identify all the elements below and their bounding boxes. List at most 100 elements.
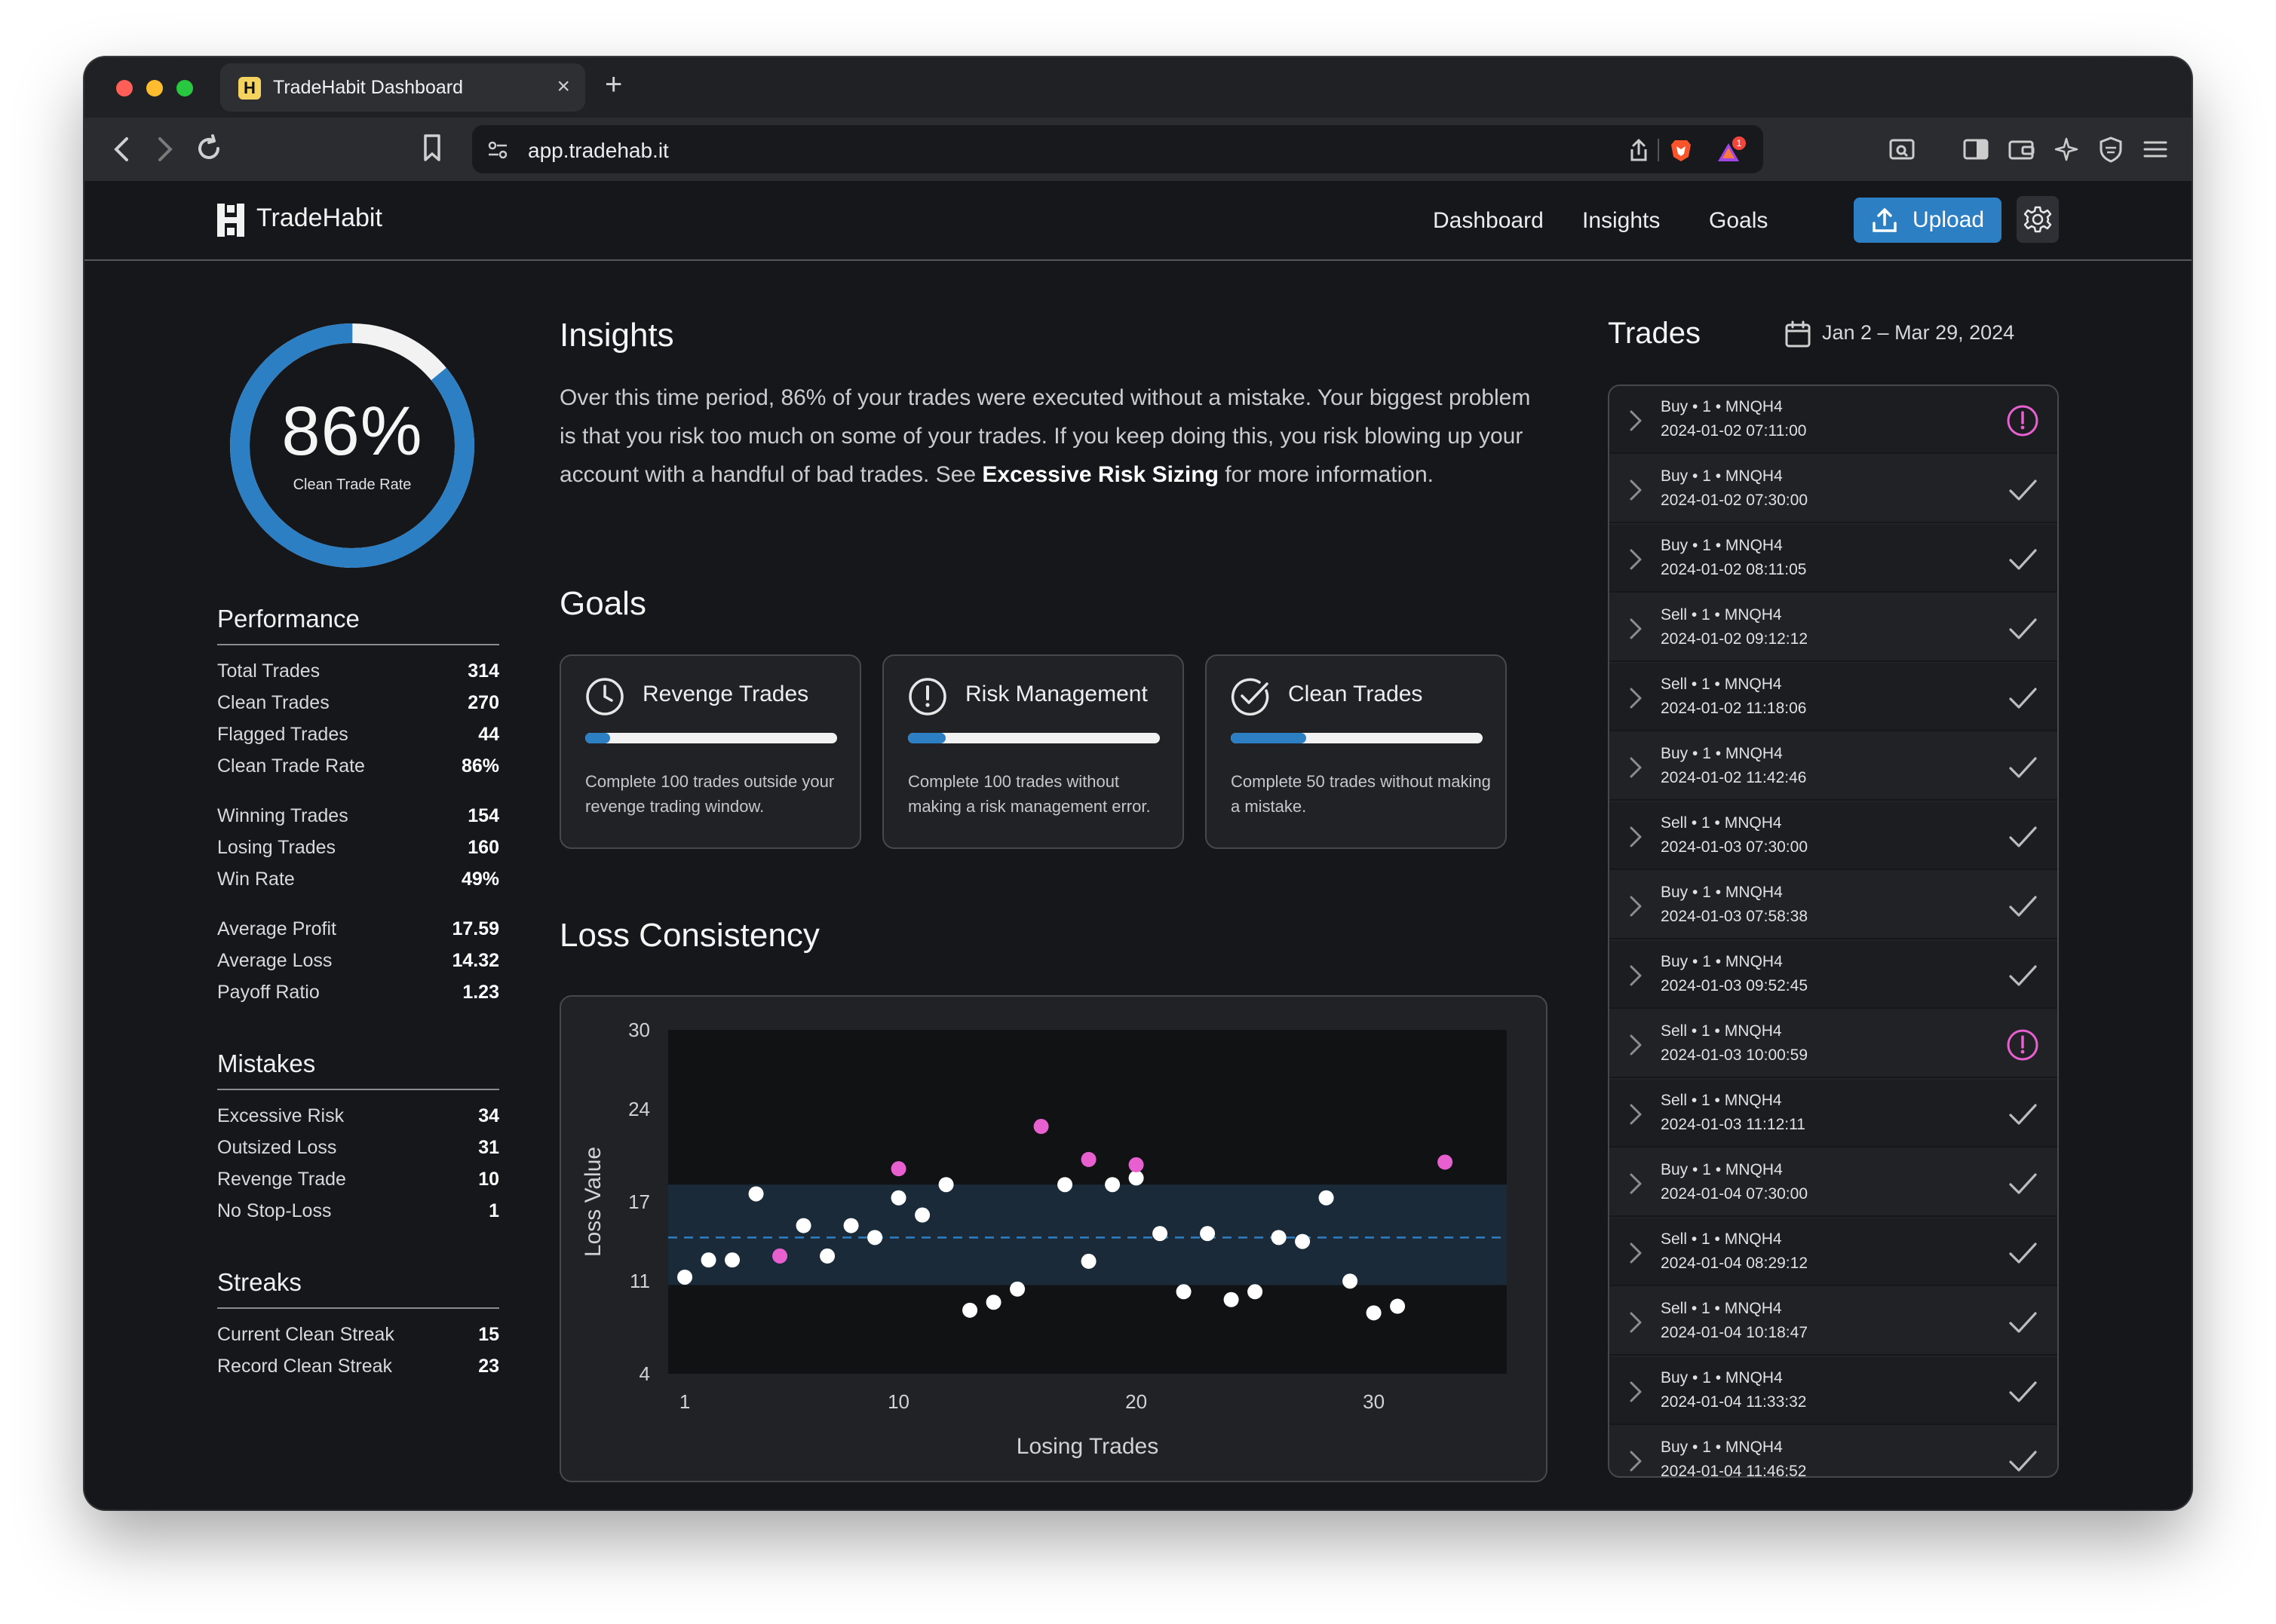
trade-time: 2024-01-02 11:42:46 [1661,769,1807,786]
loss-point [915,1207,931,1223]
trade-summary: Sell • 1 • MNQH4 [1661,1230,1782,1248]
nav-insights[interactable]: Insights [1582,208,1660,234]
stat-value: 10 [478,1169,499,1190]
reader-mode-icon[interactable] [1888,136,1916,163]
mistake-no-stop-loss[interactable]: No Stop-Loss 1 [217,1200,499,1226]
loss-point [1247,1284,1263,1300]
trade-row[interactable]: Sell • 1 • MNQH4 2024-01-03 11:12:11 [1609,1080,2057,1148]
mistake-revenge-trade[interactable]: Revenge Trade 10 [217,1169,499,1194]
loss-point [677,1269,693,1285]
back-icon[interactable] [109,134,136,164]
trade-row[interactable]: Buy • 1 • MNQH4 2024-01-02 11:42:46 [1609,733,2057,801]
trade-row[interactable]: Buy • 1 • MNQH4 2024-01-03 09:52:45 [1609,941,2057,1009]
trade-row[interactable]: Buy • 1 • MNQH4 2024-01-04 11:33:32 [1609,1357,2057,1425]
trade-row[interactable]: Sell • 1 • MNQH4 2024-01-03 10:00:59 [1609,1010,2057,1078]
trade-row[interactable]: Sell • 1 • MNQH4 2024-01-02 11:18:06 [1609,663,2057,731]
excessive-risk-sizing-link[interactable]: Excessive Risk Sizing [982,462,1219,487]
trade-row[interactable]: Sell • 1 • MNQH4 2024-01-03 07:30:00 [1609,802,2057,870]
nav-dashboard[interactable]: Dashboard [1433,208,1544,234]
mistake-excessive-risk[interactable]: Excessive Risk 34 [217,1105,499,1131]
loss-point [938,1177,954,1193]
stat-value: 14.32 [452,950,499,971]
loss-point [1081,1253,1097,1269]
browser-tab[interactable]: H TradeHabit Dashboard × [220,63,585,112]
brave-shields-icon[interactable] [1668,137,1694,163]
tab-bar: H TradeHabit Dashboard × + [84,57,2192,118]
tradehabit-logo-icon[interactable] [216,202,246,238]
vpn-shield-icon[interactable] [2098,136,2124,163]
menu-icon[interactable] [2142,136,2169,163]
stat-value: 270 [468,692,499,713]
insights-title: Insights [560,317,674,354]
reload-icon[interactable] [193,133,225,164]
chevron-right-icon [1630,1243,1642,1264]
goal-title: Revenge Trades [643,682,809,706]
stat-label: Total Trades [217,660,321,682]
x-tick-label: 10 [888,1390,909,1413]
trade-row[interactable]: Buy • 1 • MNQH4 2024-01-02 08:11:05 [1609,525,2057,593]
loss-point [1366,1305,1382,1321]
check-icon [2009,1173,2037,1194]
mistake-outsized-loss[interactable]: Outsized Loss 31 [217,1137,499,1163]
chevron-right-icon [1630,757,1642,778]
check-icon [2009,1104,2037,1125]
close-tab-icon[interactable]: × [557,74,570,100]
check-icon [2009,1381,2037,1402]
stat-flagged-trades: Flagged Trades 44 [217,724,499,749]
minimize-window-button[interactable] [146,80,163,97]
stat-total-trades: Total Trades 314 [217,660,499,686]
bookmark-icon[interactable] [421,133,443,163]
loss-point [962,1302,978,1318]
wallet-icon[interactable] [2008,136,2036,163]
settings-button[interactable] [2017,196,2059,243]
stat-label: Losing Trades [217,837,336,858]
trade-time: 2024-01-03 10:00:59 [1661,1046,1808,1064]
trade-row[interactable]: Sell • 1 • MNQH4 2024-01-04 08:29:12 [1609,1218,2057,1286]
trade-time: 2024-01-03 07:58:38 [1661,908,1808,925]
nav-goals[interactable]: Goals [1709,208,1768,234]
upload-button[interactable]: Upload [1854,198,2001,243]
forward-icon[interactable] [151,134,178,164]
trade-time: 2024-01-02 09:12:12 [1661,630,1808,648]
brave-rewards-icon[interactable]: 1 [1718,136,1748,166]
chevron-right-icon [1630,410,1642,431]
stat-value: 154 [468,805,499,826]
check-icon [2009,896,2037,917]
streaks-divider [217,1307,499,1309]
trade-row[interactable]: Buy • 1 • MNQH4 2024-01-02 07:11:00 [1609,386,2057,454]
trade-row[interactable]: Buy • 1 • MNQH4 2024-01-04 07:30:00 [1609,1149,2057,1217]
trade-row[interactable]: Buy • 1 • MNQH4 2024-01-04 11:46:52 [1609,1426,2057,1476]
loss-point [1318,1190,1334,1206]
trade-summary: Buy • 1 • MNQH4 [1661,745,1783,762]
sidebar-icon[interactable] [1962,136,1989,163]
new-tab-icon[interactable]: + [605,68,622,102]
loss-point [725,1252,741,1268]
close-window-button[interactable] [116,80,133,97]
x-tick-label: 20 [1125,1390,1147,1413]
leo-ai-icon[interactable] [2053,136,2080,163]
check-icon [2009,1243,2037,1264]
address-bar[interactable]: app.tradehab.it 1 [472,125,1763,173]
loss-point [796,1218,811,1233]
goal-card-risk-management[interactable]: Risk Management Complete 100 trades with… [882,654,1184,849]
check-icon [2009,618,2037,639]
trade-summary: Sell • 1 • MNQH4 [1661,606,1782,624]
trade-row[interactable]: Sell • 1 • MNQH4 2024-01-04 10:18:47 [1609,1288,2057,1356]
trade-row[interactable]: Sell • 1 • MNQH4 2024-01-02 09:12:12 [1609,594,2057,662]
loss-point [1105,1177,1121,1193]
trade-row[interactable]: Buy • 1 • MNQH4 2024-01-03 07:58:38 [1609,872,2057,939]
share-icon[interactable] [1627,137,1650,163]
calendar-icon[interactable] [1784,320,1811,348]
chevron-right-icon [1630,1381,1642,1402]
goal-card-revenge-trades[interactable]: Revenge Trades Complete 100 trades outsi… [560,654,861,849]
goal-card-clean-trades[interactable]: Clean Trades Complete 50 trades without … [1205,654,1507,849]
loss-point [1271,1230,1287,1246]
brand-name[interactable]: TradeHabit [256,204,382,233]
trade-row[interactable]: Buy • 1 • MNQH4 2024-01-02 07:30:00 [1609,455,2057,523]
trade-summary: Buy • 1 • MNQH4 [1661,1439,1783,1456]
site-settings-icon[interactable] [486,139,510,161]
stat-label: Clean Trades [217,692,330,713]
date-range-picker[interactable]: Jan 2 – Mar 29, 2024 [1822,321,2014,345]
maximize-window-button[interactable] [176,80,193,97]
y-tick-label: 24 [628,1098,650,1120]
